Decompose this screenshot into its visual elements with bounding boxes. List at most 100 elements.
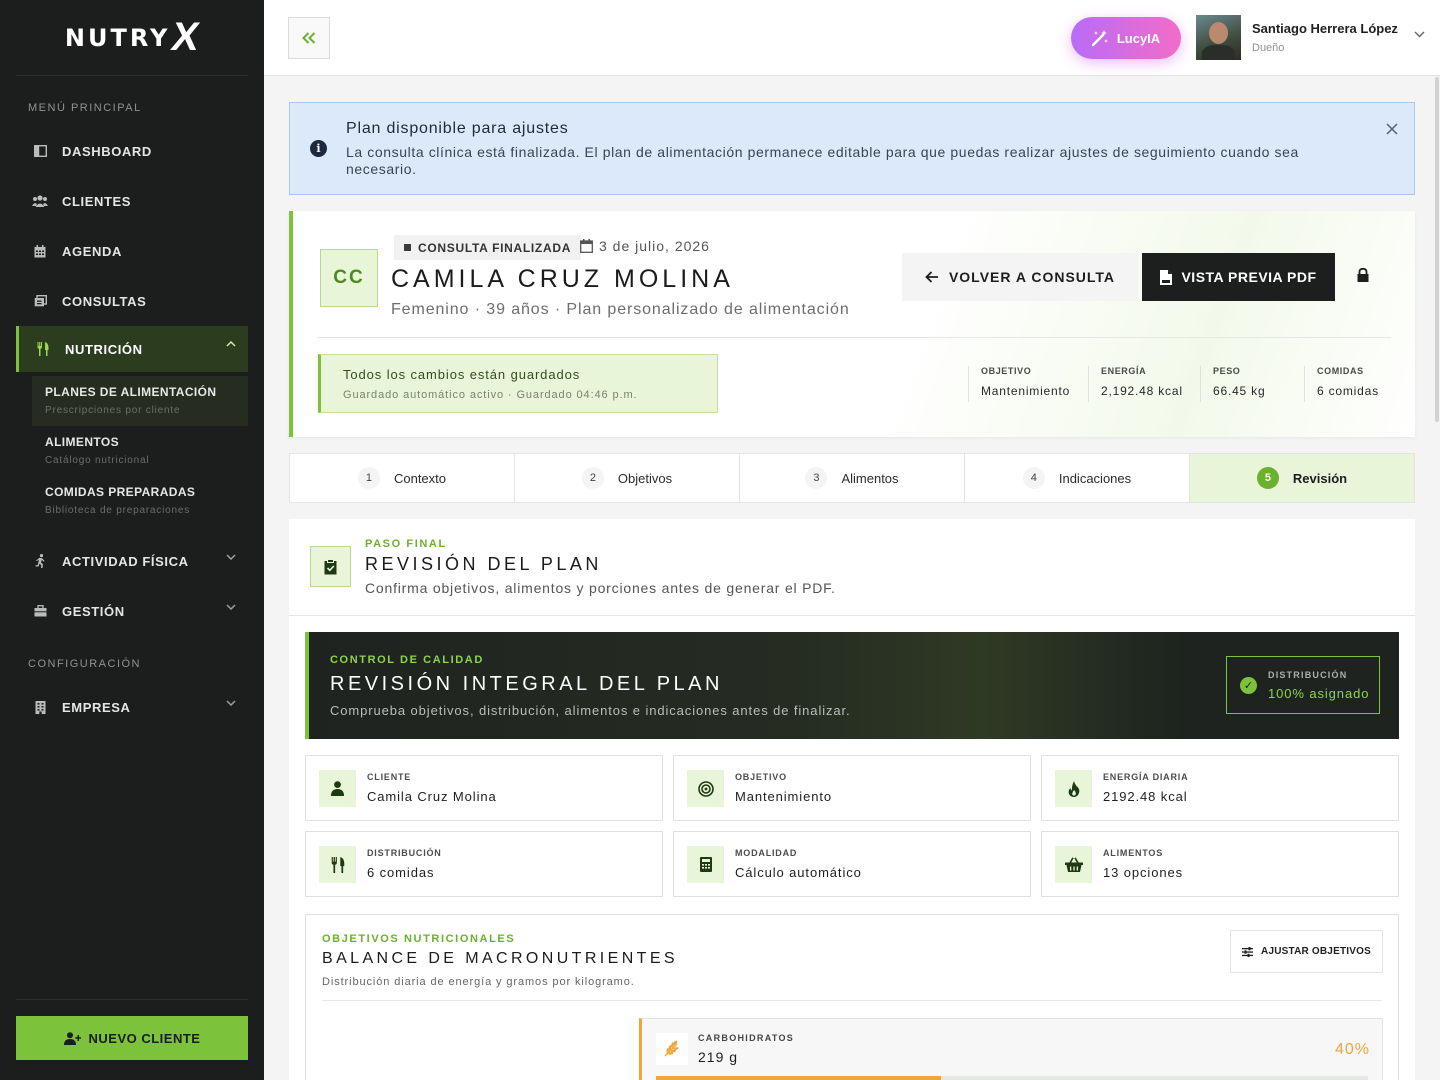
- new-client-button[interactable]: NUEVO CLIENTE: [16, 1016, 248, 1060]
- summary-tile-energy: ENERGÍA DIARIA 2192.48 kcal: [1041, 755, 1399, 821]
- file-pdf-icon: [1160, 269, 1173, 285]
- submenu-item-foods[interactable]: ALIMENTOS Catálogo nutricional: [32, 426, 248, 476]
- topbar: LucyIA Santiago Herrera López Dueño: [264, 0, 1440, 76]
- sidebar-item-label: CONSULTAS: [62, 293, 147, 309]
- step-number: 4: [1022, 467, 1045, 489]
- status-badge-label: CONSULTA FINALIZADA: [418, 240, 572, 255]
- sidebar-item-consults[interactable]: CONSULTAS: [0, 276, 264, 326]
- macro-value: 219 g: [698, 1049, 739, 1065]
- quality-control-banner: CONTROL DE CALIDAD REVISIÓN INTEGRAL DEL…: [305, 632, 1399, 739]
- logo[interactable]: NUTRY X: [16, 0, 248, 76]
- check-circle-icon: ✓: [1240, 677, 1257, 694]
- tile-label: OBJETIVO: [735, 772, 787, 782]
- quality-eyebrow: CONTROL DE CALIDAD: [330, 654, 484, 666]
- collapse-sidebar-button[interactable]: [288, 17, 330, 59]
- submenu-item-desc: Prescripciones por cliente: [45, 405, 181, 416]
- briefcase-icon: [32, 603, 48, 619]
- review-eyebrow: PASO FINAL: [365, 538, 447, 550]
- sidebar-item-dashboard[interactable]: DASHBOARD: [0, 126, 264, 176]
- alert-body: La consulta clínica está finalizada. El …: [346, 144, 1299, 177]
- tile-value: Cálculo automático: [735, 865, 862, 880]
- tile-label: ENERGÍA DIARIA: [1103, 772, 1189, 782]
- macros-eyebrow: OBJETIVOS NUTRICIONALES: [322, 933, 516, 945]
- clipboard-list-icon: [32, 293, 48, 309]
- review-section: PASO FINAL REVISIÓN DEL PLAN Confirma ob…: [289, 519, 1415, 1080]
- submenu-item-prepared-meals[interactable]: COMIDAS PREPARADAS Biblioteca de prepara…: [32, 476, 248, 526]
- tile-value: 2192.48 kcal: [1103, 789, 1188, 804]
- review-header: PASO FINAL REVISIÓN DEL PLAN Confirma ob…: [289, 519, 1415, 616]
- sidebar-item-label: AGENDA: [62, 243, 122, 259]
- close-icon[interactable]: [1386, 123, 1398, 135]
- clipboard-check-icon: [310, 546, 351, 587]
- adjust-objectives-label: AJUSTAR OBJETIVOS: [1261, 946, 1371, 957]
- main-content: i Plan disponible para ajustes La consul…: [264, 77, 1440, 1080]
- chevron-down-icon: [226, 554, 236, 560]
- sidebar-item-label: GESTIÓN: [62, 603, 125, 619]
- quality-title: REVISIÓN INTEGRAL DEL PLAN: [330, 673, 723, 695]
- autosave-title: Todos los cambios están guardados: [343, 367, 581, 382]
- section-label-config: CONFIGURACIÓN: [28, 658, 141, 670]
- adjust-objectives-button[interactable]: AJUSTAR OBJETIVOS: [1230, 930, 1383, 973]
- stat-objective: OBJETIVO Mantenimiento: [968, 366, 1070, 402]
- step-context[interactable]: 1 Contexto: [290, 454, 515, 502]
- magic-wand-icon: [1091, 29, 1109, 47]
- scrollbar[interactable]: [1435, 77, 1439, 422]
- step-objectives[interactable]: 2 Objetivos: [515, 454, 740, 502]
- stat-meals: COMIDAS 6 comidas: [1304, 366, 1379, 402]
- sidebar-item-company[interactable]: EMPRESA: [0, 682, 264, 732]
- flame-icon: [1055, 770, 1092, 807]
- back-to-consult-button[interactable]: VOLVER A CONSULTA: [902, 253, 1138, 301]
- divider: [318, 337, 1391, 338]
- user-menu[interactable]: Santiago Herrera López Dueño: [1196, 15, 1425, 60]
- nutrition-submenu: PLANES DE ALIMENTACIÓN Prescripciones po…: [32, 376, 248, 526]
- sidebar-item-nutrition[interactable]: NUTRICIÓN: [16, 326, 248, 372]
- macro-progress-fill: [656, 1076, 941, 1080]
- chevron-down-icon: [226, 604, 236, 610]
- sidebar-item-activity[interactable]: ACTIVIDAD FÍSICA: [0, 536, 264, 586]
- consult-date: 3 de julio, 2026: [580, 238, 710, 254]
- summary-tile-client: CLIENTE Camila Cruz Molina: [305, 755, 663, 821]
- chevron-up-icon: [226, 341, 236, 347]
- sidebar-item-management[interactable]: GESTIÓN: [0, 586, 264, 636]
- tile-value: Mantenimiento: [735, 789, 832, 804]
- user-plus-icon: [63, 1031, 81, 1045]
- submenu-item-desc: Biblioteca de preparaciones: [45, 505, 191, 516]
- autosave-status: Todos los cambios están guardados Guarda…: [318, 354, 718, 413]
- running-icon: [32, 553, 48, 569]
- sidebar-item-label: EMPRESA: [62, 699, 131, 715]
- sidebar-item-agenda[interactable]: AGENDA: [0, 226, 264, 276]
- sidebar-item-label: ACTIVIDAD FÍSICA: [62, 553, 189, 569]
- calendar-icon: [32, 243, 48, 259]
- page-title: CAMILA CRUZ MOLINA: [391, 265, 734, 293]
- back-to-consult-label: VOLVER A CONSULTA: [948, 269, 1116, 285]
- macro-percent: 40%: [1334, 1041, 1370, 1058]
- stat-label: ENERGÍA: [1101, 366, 1147, 376]
- macro-row-carbs: CARBOHIDRATOS 219 g 40%: [639, 1018, 1383, 1080]
- avatar: [1196, 15, 1241, 60]
- step-review[interactable]: 5 Revisión: [1190, 454, 1414, 502]
- utensils-icon: [35, 341, 51, 357]
- submenu-item-desc: Catálogo nutricional: [45, 455, 150, 466]
- users-icon: [32, 193, 48, 209]
- building-icon: [32, 699, 48, 715]
- pdf-preview-button[interactable]: VISTA PREVIA PDF: [1142, 253, 1335, 301]
- summary-tile-mode: MODALIDAD Cálculo automático: [673, 831, 1031, 897]
- stat-value: 2,192.48 kcal: [1101, 384, 1183, 398]
- summary-tile-objective: OBJETIVO Mantenimiento: [673, 755, 1031, 821]
- step-foods[interactable]: 3 Alimentos: [740, 454, 965, 502]
- step-instructions[interactable]: 4 Indicaciones: [965, 454, 1190, 502]
- quality-subtitle: Comprueba objetivos, distribución, alime…: [330, 703, 851, 718]
- user-name: Santiago Herrera López: [1252, 21, 1398, 36]
- info-icon: i: [310, 140, 327, 157]
- chevron-down-icon: [226, 700, 236, 706]
- lucy-ai-button[interactable]: LucyIA: [1071, 17, 1181, 59]
- autosave-sub: Guardado automático activo · Guardado 04…: [343, 389, 638, 401]
- divider: [322, 1000, 1382, 1001]
- submenu-item-meal-plans[interactable]: PLANES DE ALIMENTACIÓN Prescripciones po…: [32, 376, 248, 426]
- macros-title: BALANCE DE MACRONUTRIENTES: [322, 950, 678, 967]
- lock-icon[interactable]: [1357, 268, 1369, 282]
- calendar-icon: [580, 239, 593, 253]
- distribution-badge: ✓ DISTRIBUCIÓN 100% asignado: [1226, 656, 1380, 714]
- sidebar-item-clients[interactable]: CLIENTES: [0, 176, 264, 226]
- sidebar-item-label: DASHBOARD: [62, 143, 152, 159]
